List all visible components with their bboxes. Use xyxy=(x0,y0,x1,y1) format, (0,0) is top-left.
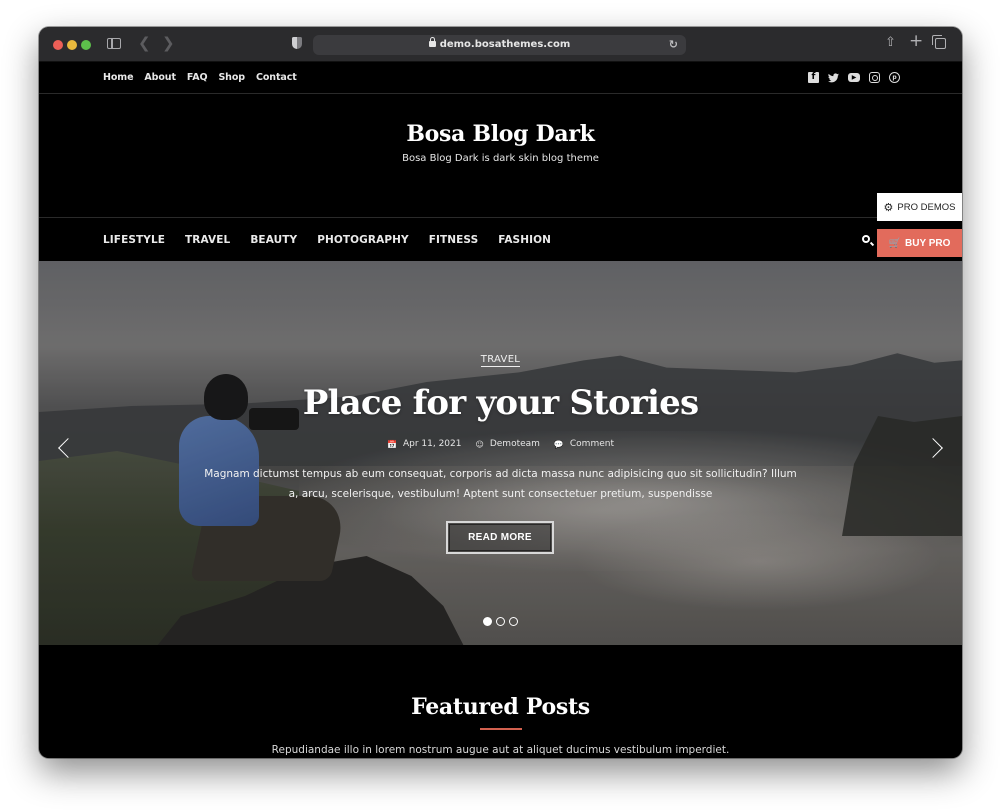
top-menu-contact[interactable]: Contact xyxy=(256,72,297,83)
top-menu-shop[interactable]: Shop xyxy=(218,72,245,83)
main-navigation: LIFESTYLE TRAVEL BEAUTY PHOTOGRAPHY FITN… xyxy=(39,217,962,261)
slider-dot-3[interactable] xyxy=(509,617,518,626)
sidebar-toggle-icon[interactable] xyxy=(107,38,121,49)
post-author[interactable]: ☺ Demoteam xyxy=(475,439,539,449)
hero-overlay xyxy=(39,261,962,645)
privacy-shield-icon[interactable] xyxy=(292,37,302,49)
post-meta: 📅 Apr 11, 2021 ☺ Demoteam 💬 Comment xyxy=(39,439,962,449)
post-date[interactable]: 📅 Apr 11, 2021 xyxy=(387,439,461,449)
category-menu: LIFESTYLE TRAVEL BEAUTY PHOTOGRAPHY FITN… xyxy=(103,234,571,246)
url-text: demo.bosathemes.com xyxy=(439,39,571,50)
gear-icon: ⚙ xyxy=(883,201,894,214)
nav-item-beauty[interactable]: BEAUTY xyxy=(250,234,297,246)
post-date-text: Apr 11, 2021 xyxy=(402,439,462,449)
top-menu-faq[interactable]: FAQ xyxy=(187,72,208,83)
share-icon[interactable]: ⇧ xyxy=(885,36,896,50)
web-page: Home About FAQ Shop Contact f ▶ p Bosa B… xyxy=(39,62,962,758)
post-comments-text: Comment xyxy=(569,439,614,449)
cart-icon: 🛒 xyxy=(888,237,902,249)
instagram-icon[interactable] xyxy=(869,72,880,83)
pinterest-icon[interactable]: p xyxy=(889,72,900,83)
featured-posts-section: Featured Posts Repudiandae illo in lorem… xyxy=(39,645,962,758)
nav-item-lifestyle[interactable]: LIFESTYLE xyxy=(103,234,165,246)
read-more-button[interactable]: READ MORE xyxy=(446,521,554,554)
twitter-icon[interactable] xyxy=(828,72,839,83)
top-bar: Home About FAQ Shop Contact f ▶ p xyxy=(39,62,962,94)
zoom-window-button[interactable] xyxy=(81,40,91,50)
calendar-icon: 📅 xyxy=(387,439,397,449)
tab-overview-icon[interactable] xyxy=(932,35,946,49)
facebook-icon[interactable]: f xyxy=(808,72,819,83)
post-comments[interactable]: 💬 Comment xyxy=(554,439,614,449)
pro-demos-button[interactable]: ⚙ PRO DEMOS xyxy=(877,193,962,221)
hero-category-link[interactable]: TRAVEL xyxy=(480,354,521,367)
forward-arrow-icon[interactable]: ❯ xyxy=(162,36,175,51)
title-divider xyxy=(479,728,522,730)
featured-posts-title: Featured Posts xyxy=(411,694,590,720)
reload-icon[interactable]: ↻ xyxy=(669,35,678,55)
site-tagline: Bosa Blog Dark is dark skin blog theme xyxy=(402,153,599,164)
buy-pro-label: BUY PRO xyxy=(905,237,951,249)
minimize-window-button[interactable] xyxy=(67,40,77,50)
hero-title[interactable]: Place for your Stories xyxy=(39,383,962,423)
new-tab-icon[interactable]: + xyxy=(909,33,923,50)
top-menu-home[interactable]: Home xyxy=(103,72,134,83)
address-bar[interactable]: demo.bosathemes.com ↻ xyxy=(313,35,686,55)
nav-item-photography[interactable]: PHOTOGRAPHY xyxy=(317,234,409,246)
hero-category: TRAVEL xyxy=(39,354,962,367)
site-branding: Bosa Blog Dark Bosa Blog Dark is dark sk… xyxy=(39,95,962,191)
browser-window: ❮ ❯ demo.bosathemes.com ↻ ⇧ + Home About… xyxy=(39,27,962,758)
nav-item-fashion[interactable]: FASHION xyxy=(498,234,551,246)
pro-demos-label: PRO DEMOS xyxy=(897,201,956,213)
comments-icon: 💬 xyxy=(553,439,564,449)
user-icon: ☺ xyxy=(475,439,484,449)
back-arrow-icon[interactable]: ❮ xyxy=(138,36,151,51)
search-icon[interactable] xyxy=(862,235,870,243)
hero-slider: TRAVEL Place for your Stories 📅 Apr 11, … xyxy=(39,261,962,645)
youtube-icon[interactable]: ▶ xyxy=(848,73,860,82)
featured-posts-subtitle: Repudiandae illo in lorem nostrum augue … xyxy=(271,744,730,756)
post-author-text: Demoteam xyxy=(489,439,540,449)
top-menu-about[interactable]: About xyxy=(144,72,176,83)
nav-item-fitness[interactable]: FITNESS xyxy=(429,234,479,246)
social-links: f ▶ p xyxy=(808,72,900,83)
slider-dot-2[interactable] xyxy=(496,617,505,626)
buy-pro-button[interactable]: 🛒 BUY PRO xyxy=(877,229,962,257)
close-window-button[interactable] xyxy=(53,40,63,50)
top-menu: Home About FAQ Shop Contact xyxy=(103,72,308,83)
slider-dot-1[interactable] xyxy=(483,617,492,626)
site-title[interactable]: Bosa Blog Dark xyxy=(39,121,962,147)
slider-pagination xyxy=(39,617,962,626)
nav-item-travel[interactable]: TRAVEL xyxy=(185,234,230,246)
browser-toolbar: ❮ ❯ demo.bosathemes.com ↻ ⇧ + xyxy=(39,27,962,62)
hero-excerpt: Magnam dictumst tempus ab eum consequat,… xyxy=(204,468,797,500)
lock-icon xyxy=(428,37,436,47)
